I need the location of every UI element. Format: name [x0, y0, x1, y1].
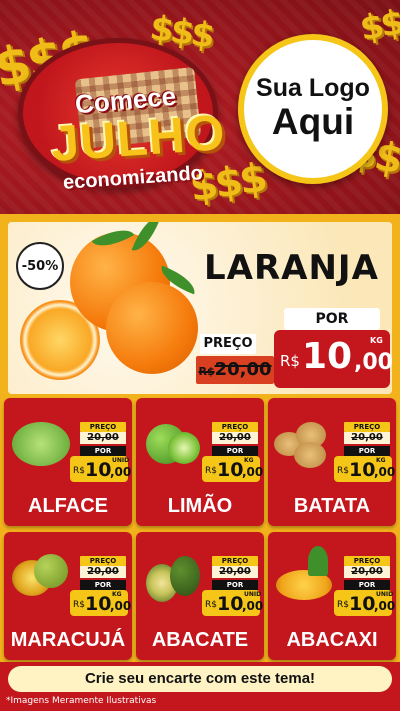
- product-card-abacate[interactable]: PREÇO 20,00 POR R$ 10,00 UNID ABACATE: [136, 532, 264, 660]
- por-label: POR: [212, 446, 258, 456]
- new-price: R$ 10,00 UNID: [334, 590, 395, 616]
- price-decimal: ,00: [354, 350, 392, 375]
- discount-badge: -50%: [16, 242, 64, 290]
- preco-label: PREÇO: [200, 334, 256, 354]
- old-price: 20,00: [344, 432, 390, 444]
- product-card-abacaxi[interactable]: PREÇO 20,00 POR R$ 10,00 UNID ABACAXI: [268, 532, 396, 660]
- new-price-block: POR R$ 10 ,00 KG: [274, 308, 392, 390]
- old-price: 20,00: [344, 566, 390, 578]
- old-price: 20,00: [80, 566, 126, 578]
- preco-label: PREÇO: [80, 556, 126, 566]
- por-label: POR: [344, 580, 390, 590]
- orange-image: [106, 282, 198, 374]
- product-name: MARACUJÁ: [10, 629, 126, 651]
- potato-image: [272, 408, 336, 472]
- old-price: 20,00: [212, 432, 258, 444]
- currency-symbol: R$: [280, 352, 300, 370]
- footer: Crie seu encarte com este tema! *Imagens…: [0, 662, 400, 711]
- new-price: R$ 10,00 KG: [334, 456, 395, 482]
- product-card-batata[interactable]: PREÇO 20,00 POR R$ 10,00 KG BATATA: [268, 398, 396, 526]
- create-flyer-cta[interactable]: Crie seu encarte com este tema!: [8, 666, 392, 692]
- product-card-limao[interactable]: PREÇO 20,00 POR R$ 10,00 KG LIMÃO: [136, 398, 264, 526]
- new-price: R$ 10 ,00 KG: [274, 330, 392, 388]
- por-label: POR: [80, 446, 126, 456]
- product-card-maracuja[interactable]: PREÇO 20,00 POR R$ 10,00 KG MARACUJÁ: [4, 532, 132, 660]
- featured-product[interactable]: -50% LARANJA PREÇO R$20,00 POR R$ 10 ,00…: [8, 222, 392, 394]
- product-name: ALFACE: [28, 495, 108, 517]
- new-price: R$ 10,00 KG: [70, 590, 131, 616]
- price-integer: 10: [302, 336, 353, 377]
- new-price: R$ 10,00 UNID: [202, 590, 263, 616]
- por-label: POR: [344, 446, 390, 456]
- preco-label: PREÇO: [344, 556, 390, 566]
- avocado-image: [140, 542, 204, 606]
- product-name: BATATA: [293, 495, 371, 517]
- por-label: POR: [80, 580, 126, 590]
- preco-label: PREÇO: [212, 422, 258, 432]
- preco-label: PREÇO: [344, 422, 390, 432]
- preco-label: PREÇO: [80, 422, 126, 432]
- pineapple-image: [272, 542, 336, 606]
- dollar-sign-decoration: $$$: [356, 0, 400, 50]
- lettuce-image: [8, 408, 72, 472]
- lime-image: [140, 408, 204, 472]
- logo-placeholder[interactable]: Sua Logo Aqui: [238, 34, 388, 184]
- product-name: ABACATE: [151, 629, 249, 651]
- featured-product-name: LARANJA: [204, 248, 379, 288]
- old-price: R$20,00: [196, 356, 274, 384]
- por-label: POR: [284, 308, 380, 330]
- new-price: R$ 10,00 KG: [202, 456, 263, 482]
- preco-label: PREÇO: [212, 556, 258, 566]
- new-price: R$ 10,00 UNID: [70, 456, 131, 482]
- disclaimer-note: *Imagens Meramente Ilustrativas: [6, 696, 157, 706]
- header-banner: $$$ $$$ $$$ $$$ $$$ Comece JULHO economi…: [0, 0, 400, 214]
- product-name: LIMÃO: [167, 495, 233, 517]
- product-name: ABACAXI: [286, 629, 378, 651]
- price-unit: KG: [370, 336, 383, 345]
- logo-text-line2: Aqui: [271, 101, 355, 143]
- por-label: POR: [212, 580, 258, 590]
- product-card-alface[interactable]: PREÇO 20,00 POR R$ 10,00 UNID ALFACE: [4, 398, 132, 526]
- campaign-badge: Comece JULHO economizando: [18, 38, 227, 194]
- old-price: 20,00: [80, 432, 126, 444]
- passion-fruit-image: [8, 542, 72, 606]
- old-price-block: PREÇO R$20,00: [196, 334, 274, 388]
- logo-text-line1: Sua Logo: [256, 73, 370, 102]
- old-price: 20,00: [212, 566, 258, 578]
